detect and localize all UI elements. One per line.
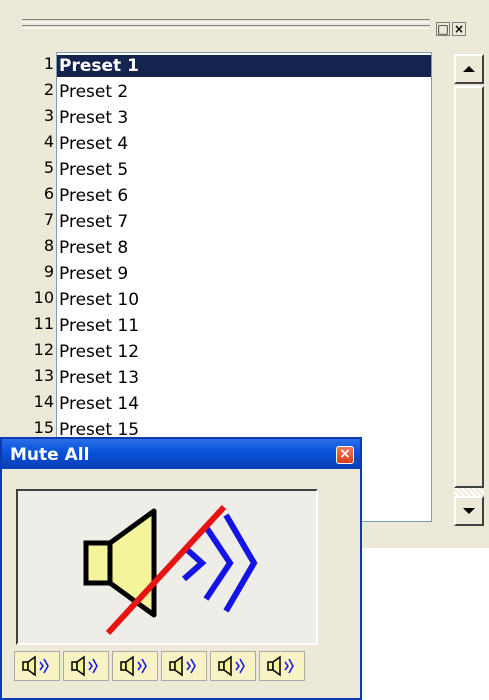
channel-mute-button[interactable] <box>210 651 256 681</box>
channel-mute-button[interactable] <box>14 651 60 681</box>
preset-number: 3 <box>43 106 54 125</box>
arrow-up-icon <box>463 66 475 72</box>
speaker-icon <box>169 655 196 677</box>
preset-number: 8 <box>43 236 54 255</box>
preset-item[interactable]: Preset 11 <box>57 315 431 337</box>
preset-number: 5 <box>43 158 54 177</box>
speaker-icon <box>267 655 294 677</box>
preset-item[interactable]: Preset 4 <box>57 133 431 155</box>
panel-grip[interactable] <box>22 17 430 35</box>
preset-number: 1 <box>43 54 54 73</box>
preset-item[interactable]: Preset 3 <box>57 107 431 129</box>
preset-item[interactable]: Preset 12 <box>57 341 431 363</box>
scroll-thumb[interactable] <box>454 86 484 488</box>
speaker-icon <box>22 655 49 677</box>
scroll-track[interactable] <box>454 488 484 496</box>
channel-mute-button[interactable] <box>63 651 109 681</box>
preset-number: 11 <box>33 314 54 333</box>
speaker-icon <box>218 655 245 677</box>
preset-number: 13 <box>33 366 54 385</box>
mute-all-window: Mute All × <box>0 437 362 700</box>
preset-number: 9 <box>43 262 54 281</box>
preset-item[interactable]: Preset 13 <box>57 367 431 389</box>
preset-item[interactable]: Preset 1 <box>57 55 431 77</box>
preset-item[interactable]: Preset 9 <box>57 263 431 285</box>
channel-mute-button[interactable] <box>259 651 305 681</box>
preset-number-column: 1 2 3 4 5 6 7 8 9 10 11 12 13 14 15 <box>0 54 56 494</box>
preset-number: 14 <box>33 392 54 411</box>
arrow-down-icon <box>463 508 475 514</box>
channel-mute-button[interactable] <box>161 651 207 681</box>
vertical-scrollbar[interactable] <box>452 52 484 536</box>
speaker-muted-icon <box>83 504 258 636</box>
speaker-icon <box>120 655 147 677</box>
preset-item[interactable]: Preset 14 <box>57 393 431 415</box>
preset-item[interactable]: Preset 2 <box>57 81 431 103</box>
preset-number: 6 <box>43 184 54 203</box>
scroll-down-button[interactable] <box>454 496 484 526</box>
preset-item[interactable]: Preset 10 <box>57 289 431 311</box>
mute-titlebar[interactable]: Mute All × <box>2 439 360 469</box>
preset-item[interactable]: Preset 6 <box>57 185 431 207</box>
preset-number: 2 <box>43 80 54 99</box>
preset-number: 7 <box>43 210 54 229</box>
close-button[interactable]: × <box>452 22 466 36</box>
scroll-up-button[interactable] <box>454 54 484 84</box>
channel-mute-strip <box>14 651 320 681</box>
mute-title: Mute All <box>10 445 90 465</box>
preset-number: 4 <box>43 132 54 151</box>
preset-item[interactable]: Preset 8 <box>57 237 431 259</box>
preset-number: 15 <box>33 418 54 437</box>
preset-item[interactable]: Preset 5 <box>57 159 431 181</box>
preset-item[interactable]: Preset 7 <box>57 211 431 233</box>
maximize-button[interactable]: □ <box>436 22 450 36</box>
preset-number: 12 <box>33 340 54 359</box>
speaker-icon <box>71 655 98 677</box>
preset-number: 10 <box>33 288 54 307</box>
mute-close-button[interactable]: × <box>336 446 354 464</box>
mute-all-button[interactable] <box>16 489 318 645</box>
channel-mute-button[interactable] <box>112 651 158 681</box>
